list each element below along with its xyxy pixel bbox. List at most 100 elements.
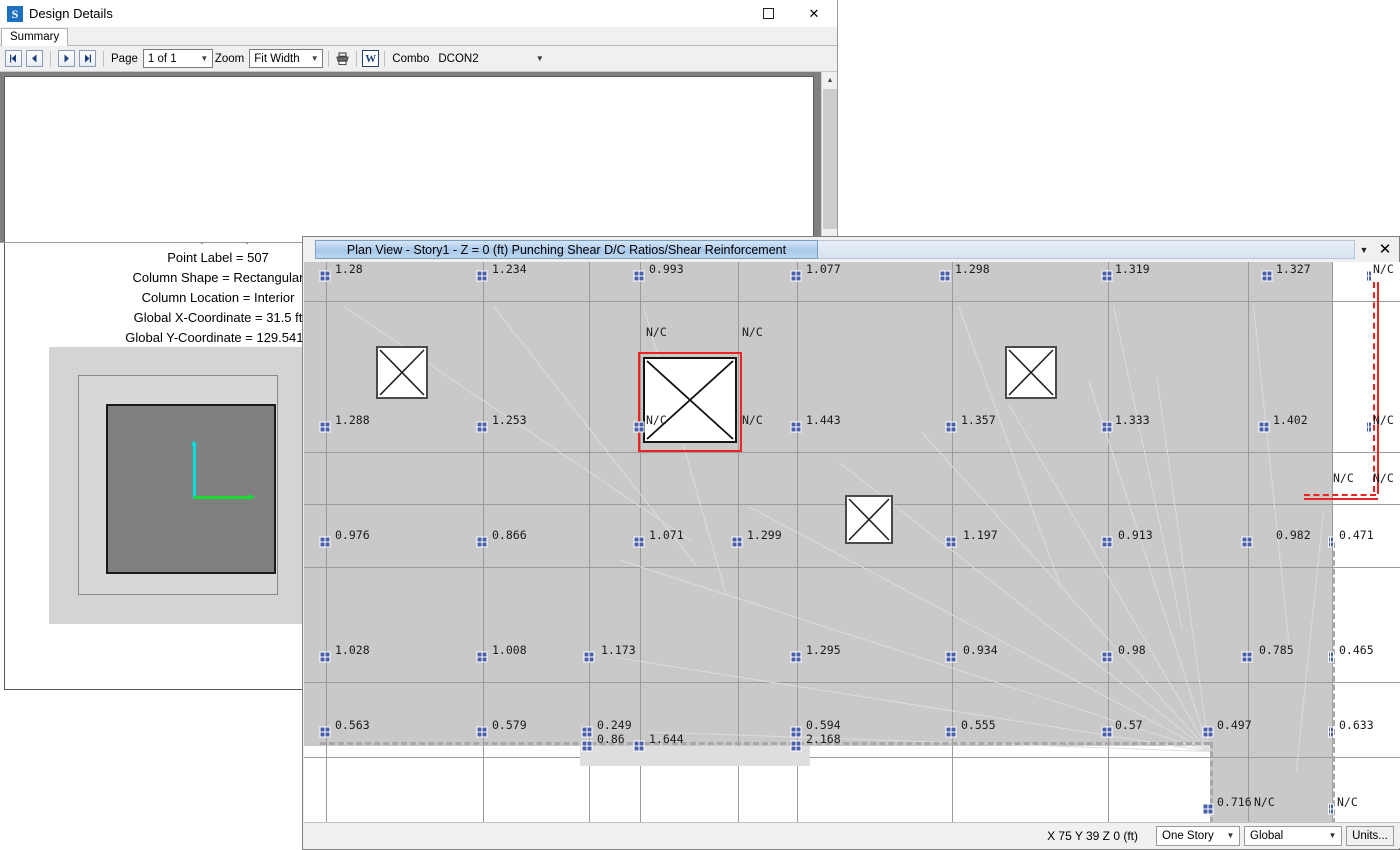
slab-opening-left[interactable] xyxy=(376,346,428,399)
grid-node[interactable] xyxy=(320,422,331,433)
grid-node[interactable] xyxy=(1262,271,1273,282)
grid-node[interactable] xyxy=(1102,652,1113,663)
plan-view-canvas[interactable]: 1.281.2340.9931.0771.2981.3191.327N/C1.2… xyxy=(304,262,1400,823)
grid-node[interactable] xyxy=(791,271,802,282)
grid-node[interactable] xyxy=(1366,422,1372,433)
last-page-icon[interactable] xyxy=(79,50,96,67)
grid-node[interactable] xyxy=(1328,652,1334,663)
load-combo-selector[interactable]: DCON2 ▼ xyxy=(434,49,547,68)
grid-node[interactable] xyxy=(320,271,331,282)
grid-node[interactable] xyxy=(477,727,488,738)
grid-node[interactable] xyxy=(1328,804,1334,815)
grid-node[interactable] xyxy=(477,271,488,282)
grid-node[interactable] xyxy=(946,652,957,663)
grid-node[interactable] xyxy=(634,741,645,752)
plan-view-dropdown-button[interactable]: ▼ xyxy=(1355,240,1373,259)
gridline-h xyxy=(304,757,1400,758)
grid-node[interactable] xyxy=(477,537,488,548)
window-title: Design Details xyxy=(29,6,113,21)
slab-opening-right[interactable] xyxy=(1005,346,1057,399)
page-selector[interactable]: 1 of 1 ▼ xyxy=(143,49,213,68)
grid-node[interactable] xyxy=(634,537,645,548)
nc-label: N/C xyxy=(1373,413,1394,427)
page-label: Page xyxy=(111,53,138,65)
dc-ratio-label: 0.57 xyxy=(1115,718,1143,732)
nc-label: N/C xyxy=(1337,795,1358,809)
grid-node[interactable] xyxy=(791,741,802,752)
first-page-icon[interactable] xyxy=(5,50,22,67)
grid-node[interactable] xyxy=(634,422,645,433)
close-button[interactable]: ✕ xyxy=(791,0,837,27)
tab-summary[interactable]: Summary xyxy=(1,28,68,47)
grid-node[interactable] xyxy=(1203,804,1214,815)
plan-view-close-button[interactable]: ✕ xyxy=(1375,239,1395,259)
grid-node[interactable] xyxy=(1102,422,1113,433)
gridline-v xyxy=(589,262,590,823)
scrollbar-thumb[interactable] xyxy=(823,89,837,229)
scroll-up-icon[interactable]: ▲ xyxy=(822,72,838,88)
grid-node[interactable] xyxy=(946,422,957,433)
dc-ratio-label: 0.249 xyxy=(597,718,632,732)
grid-node[interactable] xyxy=(1259,422,1270,433)
grid-node[interactable] xyxy=(1242,537,1253,548)
design-details-window: S Design Details ✕ Summary xyxy=(0,0,838,243)
next-page-glyph xyxy=(61,53,72,64)
prev-page-glyph xyxy=(29,53,40,64)
grid-node[interactable] xyxy=(1328,727,1334,738)
grid-node[interactable] xyxy=(477,422,488,433)
grid-node[interactable] xyxy=(1102,537,1113,548)
grid-node[interactable] xyxy=(1102,727,1113,738)
grid-node[interactable] xyxy=(946,537,957,548)
next-page-icon[interactable] xyxy=(58,50,75,67)
chevron-down-icon: ▼ xyxy=(532,50,547,67)
print-icon[interactable] xyxy=(334,50,351,67)
grid-node[interactable] xyxy=(791,652,802,663)
grid-node[interactable] xyxy=(582,741,593,752)
dc-ratio-label: 0.594 xyxy=(806,718,841,732)
highlight-band xyxy=(580,746,810,766)
gridline-h xyxy=(304,301,1400,302)
dc-ratio-label: 0.497 xyxy=(1217,718,1252,732)
story-selector[interactable]: One Story ▼ xyxy=(1156,826,1240,846)
grid-node[interactable] xyxy=(1328,537,1334,548)
slab-opening-center-selected[interactable] xyxy=(643,357,737,443)
maximize-button[interactable] xyxy=(745,0,791,27)
story-selector-value: One Story xyxy=(1162,830,1222,842)
document-vertical-scrollbar[interactable]: ▲ xyxy=(821,72,837,243)
grid-node[interactable] xyxy=(582,727,593,738)
design-details-titlebar[interactable]: S Design Details ✕ xyxy=(0,0,837,27)
grid-node[interactable] xyxy=(946,727,957,738)
gridline-h xyxy=(304,567,1400,568)
grid-node[interactable] xyxy=(320,537,331,548)
grid-node[interactable] xyxy=(732,537,743,548)
last-page-glyph xyxy=(82,53,93,64)
grid-node[interactable] xyxy=(791,727,802,738)
grid-node[interactable] xyxy=(584,652,595,663)
grid-node[interactable] xyxy=(477,652,488,663)
grid-node[interactable] xyxy=(320,652,331,663)
screen-root: ACI 318-14 Punching Shear Check & Design… xyxy=(0,0,1400,850)
grid-node[interactable] xyxy=(940,271,951,282)
grid-node[interactable] xyxy=(1203,727,1214,738)
units-button[interactable]: Units... xyxy=(1346,826,1394,846)
previous-page-icon[interactable] xyxy=(26,50,43,67)
grid-node[interactable] xyxy=(1242,652,1253,663)
grid-node[interactable] xyxy=(1366,271,1372,282)
grid-node[interactable] xyxy=(320,727,331,738)
coordinate-system-selector[interactable]: Global ▼ xyxy=(1244,826,1342,846)
coordinate-readout: X 75 Y 39 Z 0 (ft) xyxy=(1047,829,1138,843)
zoom-selector[interactable]: Fit Width ▼ xyxy=(249,49,323,68)
zoom-selector-value: Fit Width xyxy=(254,53,307,65)
dc-ratio-label: 1.443 xyxy=(806,413,841,427)
export-word-icon[interactable]: W xyxy=(362,50,379,67)
nc-label: N/C xyxy=(1333,471,1354,485)
dc-ratio-label: 1.402 xyxy=(1273,413,1308,427)
grid-node[interactable] xyxy=(634,271,645,282)
grid-node[interactable] xyxy=(1102,271,1113,282)
dc-ratio-label: 1.333 xyxy=(1115,413,1150,427)
coordinate-system-value: Global xyxy=(1250,830,1324,842)
plan-view-titlebar[interactable]: Plan View - Story1 - Z = 0 (ft) Punching… xyxy=(303,237,1399,262)
dc-ratio-label: 2.168 xyxy=(806,732,841,746)
slab-opening-mid-bottom[interactable] xyxy=(845,495,893,544)
grid-node[interactable] xyxy=(791,422,802,433)
